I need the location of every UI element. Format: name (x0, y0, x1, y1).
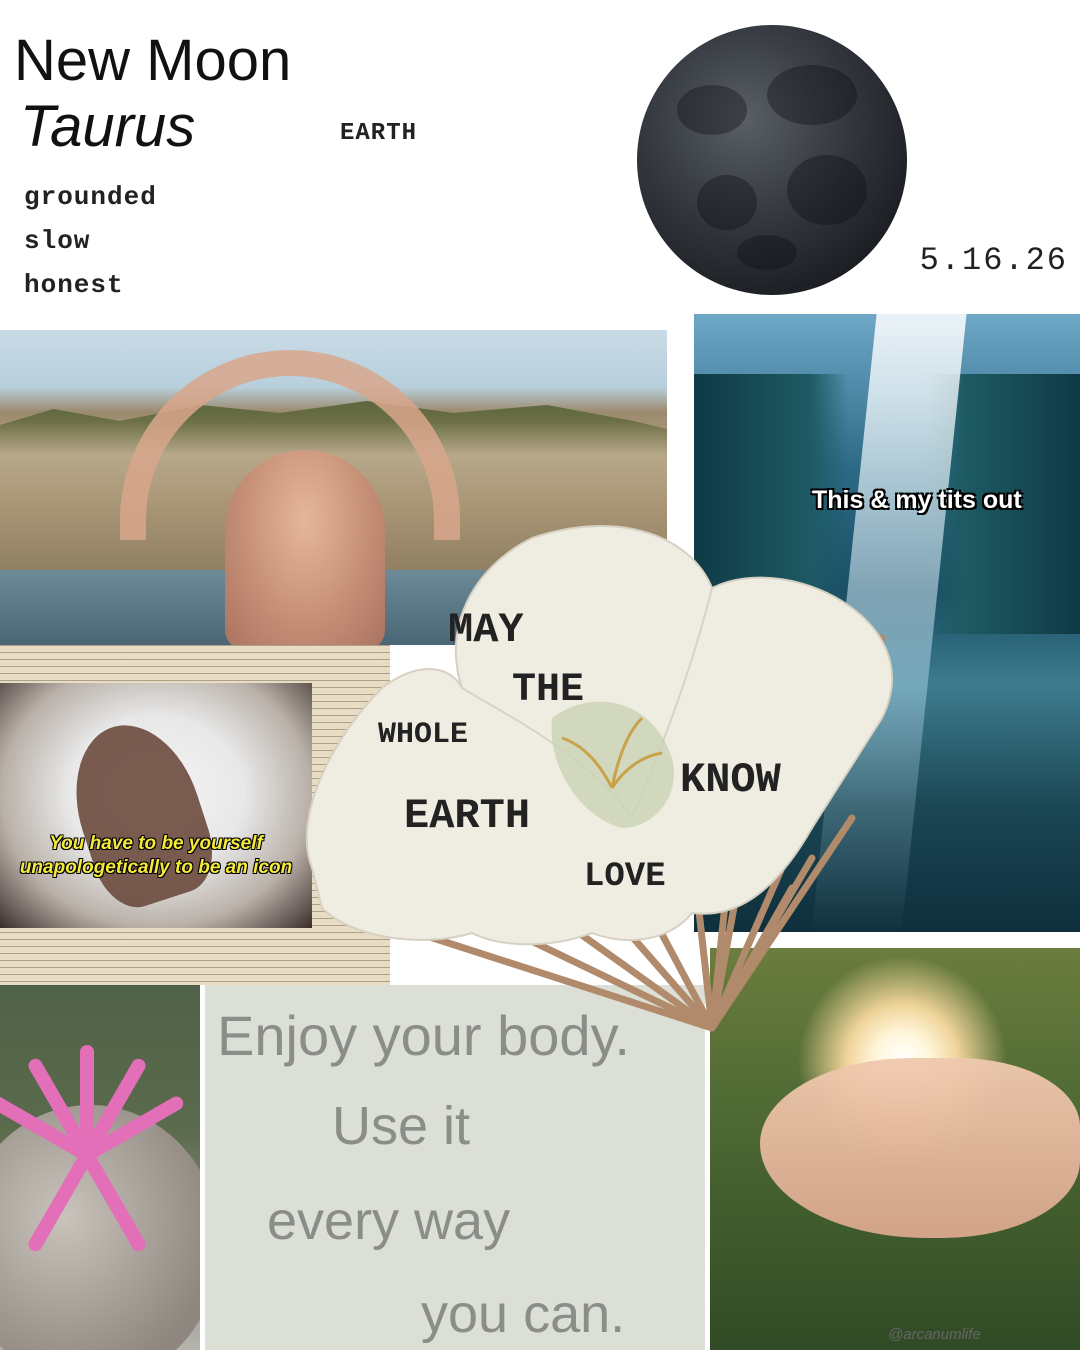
fan-word-whole: WHOLE (378, 718, 469, 752)
book-caption-line-2: unapologetically to be an icon (19, 857, 293, 878)
watermark: @arcanumlife (888, 1326, 981, 1343)
element-label: EARTH (340, 120, 418, 147)
quote-line-3: every way (267, 1191, 511, 1251)
book-caption-line-1: You have to be yourself (49, 833, 263, 854)
paper-fan (305, 525, 893, 1032)
quote-line-4: you can. (421, 1284, 626, 1344)
quote-card: Enjoy your body. Use it every way you ca… (205, 985, 705, 1350)
keyword-slow: slow (24, 226, 91, 256)
keyword-honest: honest (24, 270, 124, 300)
book-photo: You have to be yourself unapologetically… (0, 683, 312, 928)
moon-image (637, 25, 907, 295)
page-title: New Moon (14, 28, 292, 93)
fan-word-may: MAY (448, 606, 524, 654)
flower-photo (0, 985, 200, 1350)
fan-word-the: THE (512, 668, 585, 713)
quote-line-2: Use it (332, 1096, 471, 1156)
waterfall-caption: This & my tits out (812, 486, 1022, 514)
fan-word-know: KNOW (680, 756, 781, 804)
fan-word-love: LOVE (584, 858, 666, 896)
page-subtitle: Taurus (20, 94, 196, 159)
fan-word-earth: EARTH (404, 792, 531, 840)
date-label: 5.16.26 (919, 242, 1068, 279)
keyword-grounded: grounded (24, 182, 157, 212)
